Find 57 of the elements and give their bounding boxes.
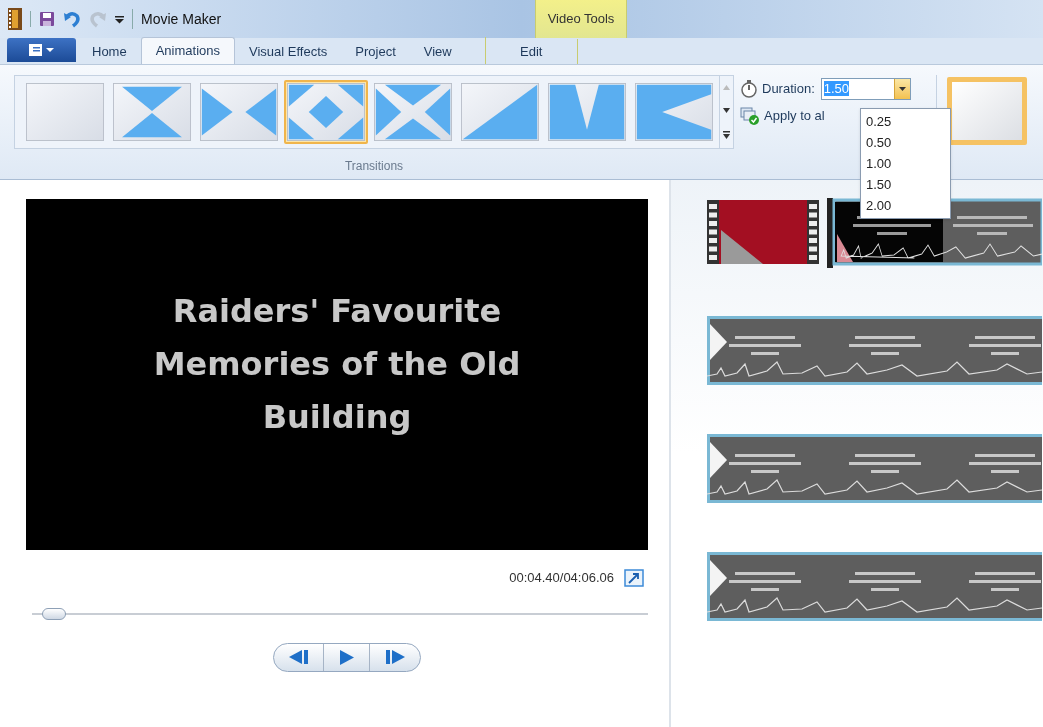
dropdown-arrow-icon [898,87,906,91]
duration-option[interactable]: 1.00 [861,153,950,174]
transition-icon [26,83,104,141]
scroll-up-icon[interactable] [723,85,730,90]
ribbon-tab[interactable]: Edit [485,39,578,64]
ribbon-tab[interactable]: Project [341,39,410,64]
duration-option[interactable]: 0.50 [861,132,950,153]
ribbon-tab[interactable]: Visual Effects [235,39,342,64]
group-label: Transitions [344,158,404,175]
redo-icon[interactable] [89,10,107,28]
menu-icon [28,44,55,56]
transition-icon [635,83,713,141]
duration-value: 1.50 [823,81,850,97]
next-frame-icon [385,650,405,664]
apply-all-icon [740,106,760,125]
preview-thumbnail[interactable] [947,77,1027,145]
ribbon-tab[interactable]: View [409,39,466,64]
ribbon-tab[interactable]: Home [78,39,141,64]
title-text: Building [262,397,412,438]
duration-option[interactable]: 1.50 [861,174,950,195]
title-text: Memories of the Old [153,344,521,385]
undo-icon[interactable] [63,10,81,28]
previous-frame-icon [288,650,309,664]
transition-icon [113,83,191,141]
transition-option[interactable] [110,80,194,144]
transition-option[interactable] [23,80,107,144]
scroll-down-icon[interactable] [723,108,730,113]
time-display: 00:04.40/04:06.06 [509,569,614,587]
transition-icon [287,83,365,141]
play-icon [339,649,354,665]
expand-gallery-icon[interactable] [723,131,730,139]
transition-icon [548,83,626,141]
slider-thumb[interactable] [42,607,67,620]
transition-icon [200,83,278,141]
stopwatch-icon [740,80,758,98]
transition-option[interactable] [458,80,542,144]
contextual-tab-group: Video Tools [547,9,615,29]
ribbon-tab[interactable]: Animations [140,37,235,64]
film-icon[interactable] [8,8,22,30]
title-text: Raiders' Favourite [172,291,502,332]
save-icon[interactable] [39,11,55,27]
expand-icon[interactable] [624,568,644,587]
transition-icon [374,83,452,141]
file-menu-button[interactable] [7,38,76,62]
transition-icon [461,83,539,141]
transition-option[interactable] [632,80,716,144]
transition-option[interactable] [197,80,281,144]
transition-option[interactable] [284,80,368,144]
duration-option[interactable]: 2.00 [861,195,950,216]
duration-label: Duration: [762,80,815,99]
transition-option[interactable] [545,80,629,144]
apply-to-all-button[interactable]: Apply to al [764,106,825,126]
seek-slider[interactable] [32,607,648,620]
transition-option[interactable] [371,80,455,144]
window-title: Movie Maker [141,9,222,29]
dropdown-icon[interactable] [115,14,124,24]
duration-option[interactable]: 0.25 [861,111,950,132]
